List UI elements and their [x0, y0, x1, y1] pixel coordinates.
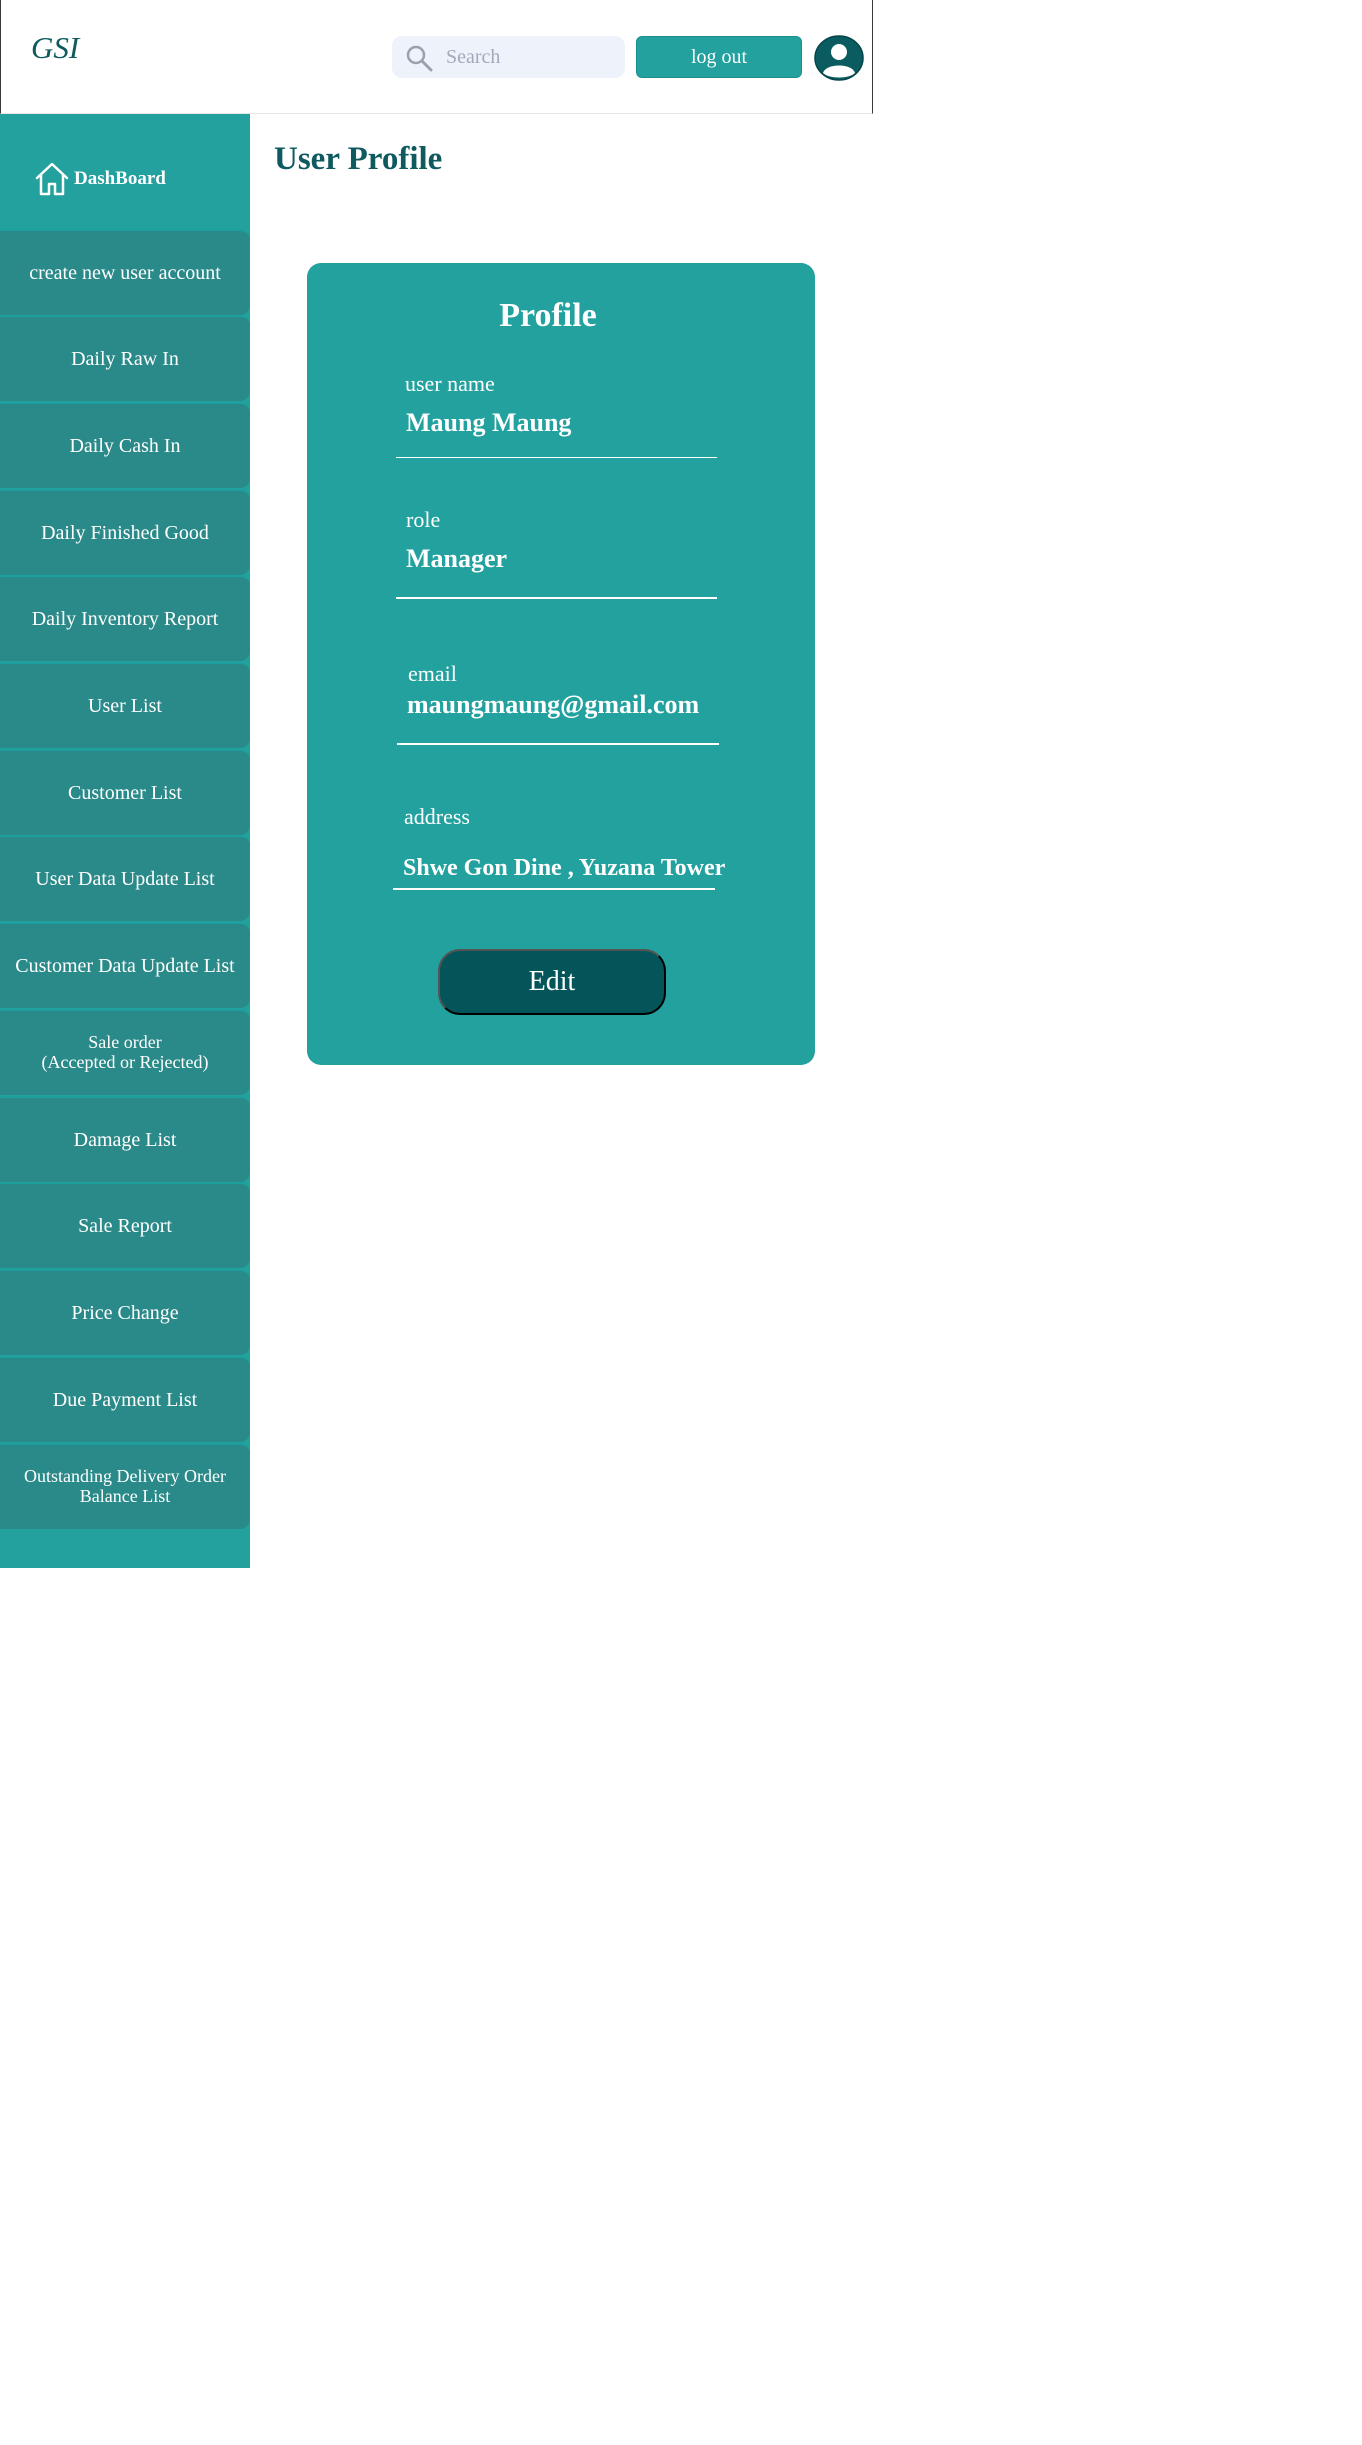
sidebar-item-label: Daily Finished Good [41, 522, 209, 544]
sidebar-item-label: User List [88, 695, 162, 717]
search-box[interactable] [392, 36, 625, 78]
search-input[interactable] [446, 36, 616, 78]
sidebar-item-label: Daily Raw In [71, 348, 179, 370]
role-value: Manager [406, 544, 508, 573]
sidebar-item-label: create new user account [29, 262, 221, 284]
sidebar-item-damage-list[interactable]: Damage List [0, 1096, 250, 1182]
sidebar-item-label: Sale Report [78, 1215, 172, 1237]
page-title: User Profile [274, 141, 443, 177]
role-label: role [406, 507, 441, 532]
email-label: email [408, 661, 457, 686]
sidebar-item-label: Sale order [88, 1032, 162, 1053]
sidebar-item-daily-inventory-report[interactable]: Daily Inventory Report [0, 575, 250, 661]
sidebar-item-label: Customer Data Update List [15, 955, 235, 977]
profile-card: Profile user name Maung Maung role Manag… [307, 263, 815, 1065]
address-label: address [404, 804, 470, 829]
sidebar-item-due-payment-list[interactable]: Due Payment List [0, 1356, 250, 1442]
sidebar-item-label: Daily Cash In [69, 435, 181, 457]
sidebar-item-outstanding-delivery[interactable]: Outstanding Delivery Order Balance List [0, 1443, 250, 1529]
edit-button[interactable]: Edit [438, 949, 666, 1015]
username-underline [396, 457, 717, 458]
sidebar: DashBoard create new user account Daily … [0, 114, 250, 1568]
sidebar-item-sublabel: (Accepted or Rejected) [41, 1052, 209, 1072]
sidebar-item-label: Price Change [71, 1302, 179, 1324]
sidebar-item-user-data-update-list[interactable]: User Data Update List [0, 835, 250, 921]
dashboard-label: DashBoard [74, 168, 166, 189]
sidebar-item-daily-raw-in[interactable]: Daily Raw In [0, 315, 250, 401]
app-logo[interactable]: GSI [31, 30, 79, 66]
sidebar-item-customer-data-update-list[interactable]: Customer Data Update List [0, 922, 250, 1008]
sidebar-item-create-user[interactable]: create new user account [0, 229, 250, 315]
sidebar-item-daily-finished-good[interactable]: Daily Finished Good [0, 489, 250, 575]
username-value: Maung Maung [406, 408, 572, 437]
sidebar-item-sublabel: Balance List [79, 1486, 171, 1506]
sidebar-item-customer-list[interactable]: Customer List [0, 749, 250, 835]
sidebar-item-label: Due Payment List [52, 1389, 198, 1411]
sidebar-item-label: Outstanding Delivery Order [24, 1466, 226, 1487]
sidebar-item-sale-order[interactable]: Sale order (Accepted or Rejected) [0, 1009, 250, 1095]
username-label: user name [405, 371, 495, 396]
sidebar-item-price-change[interactable]: Price Change [0, 1269, 250, 1355]
sidebar-item-dashboard[interactable]: DashBoard [0, 114, 250, 229]
address-underline [393, 888, 715, 890]
sidebar-item-label: Damage List [73, 1129, 177, 1151]
sidebar-item-sale-report[interactable]: Sale Report [0, 1182, 250, 1268]
role-underline [396, 597, 717, 599]
search-icon [406, 45, 433, 72]
sidebar-item-label: Daily Inventory Report [31, 608, 219, 630]
address-value: Shwe Gon Dine , Yuzana Tower [403, 855, 726, 881]
logout-button[interactable]: log out [636, 36, 802, 78]
sidebar-item-daily-cash-in[interactable]: Daily Cash In [0, 402, 250, 488]
profile-card-title: Profile [499, 297, 597, 334]
email-underline [397, 743, 719, 745]
home-icon [35, 162, 69, 196]
user-avatar-icon[interactable] [814, 35, 864, 81]
sidebar-item-label: Customer List [68, 782, 182, 804]
email-value: maungmaung@gmail.com [407, 690, 700, 719]
top-header: GSI log out [0, 0, 873, 114]
sidebar-item-user-list[interactable]: User List [0, 662, 250, 748]
sidebar-item-label: User Data Update List [35, 868, 215, 890]
